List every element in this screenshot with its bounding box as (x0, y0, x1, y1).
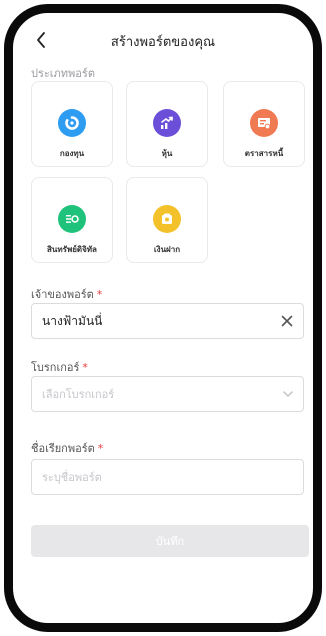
tile-label: หุ้น (161, 149, 173, 158)
dropdown-toggle[interactable] (283, 377, 293, 411)
port-name-input[interactable]: ระบุชื่อพอร์ต (31, 459, 304, 495)
chevron-left-icon (37, 32, 45, 48)
close-icon (281, 315, 293, 327)
fund-icon (58, 109, 86, 137)
create-portfolio-screen: สร้างพอร์ตของคุณ ประเภทพอร์ต กองทุน หุ้น… (13, 13, 313, 623)
digital-asset-icon (58, 205, 86, 233)
clear-button[interactable] (281, 304, 293, 338)
broker-label: โบรกเกอร์ * (31, 358, 88, 376)
broker-placeholder: เลือกโบรกเกอร์ (42, 388, 115, 401)
owner-input[interactable]: นางฟ้ามันนี่ (31, 303, 304, 339)
portfolio-type-stock[interactable]: หุ้น (126, 81, 208, 167)
portfolio-type-bond[interactable]: ตราสารหนี้ (223, 81, 305, 167)
required-mark: * (96, 288, 103, 301)
tile-label: เงินฝาก (153, 245, 181, 254)
bond-icon (250, 109, 278, 137)
save-button[interactable]: บันทึก (31, 525, 309, 557)
owner-value: นางฟ้ามันนี่ (42, 313, 103, 328)
phone-frame: สร้างพอร์ตของคุณ ประเภทพอร์ต กองทุน หุ้น… (4, 4, 322, 632)
owner-label: เจ้าของพอร์ต * (31, 285, 102, 303)
portfolio-type-deposit[interactable]: เงินฝาก (126, 177, 208, 263)
broker-select[interactable]: เลือกโบรกเกอร์ (31, 376, 304, 412)
owner-label-text: เจ้าของพอร์ต (31, 288, 94, 301)
page-title: สร้างพอร์ตของคุณ (110, 35, 216, 50)
portfolio-type-fund[interactable]: กองทุน (31, 81, 113, 167)
stock-chart-icon (153, 109, 181, 137)
required-mark: * (97, 442, 104, 455)
portfolio-type-label: ประเภทพอร์ต (31, 67, 95, 80)
required-mark: * (82, 361, 88, 374)
broker-label-text: โบรกเกอร์ (31, 361, 80, 374)
back-button[interactable] (31, 29, 51, 51)
port-name-label: ชื่อเรียกพอร์ต * (31, 439, 103, 457)
portfolio-type-digital-asset[interactable]: สินทรัพย์ดิจิทัล (31, 177, 113, 263)
chevron-down-icon (283, 391, 293, 397)
port-name-placeholder: ระบุชื่อพอร์ต (42, 471, 102, 484)
tile-label: ตราสารหนี้ (244, 149, 284, 158)
deposit-icon (153, 205, 181, 233)
port-name-label-text: ชื่อเรียกพอร์ต (31, 442, 95, 455)
tile-label: กองทุน (59, 149, 85, 158)
tile-label: สินทรัพย์ดิจิทัล (47, 245, 97, 254)
